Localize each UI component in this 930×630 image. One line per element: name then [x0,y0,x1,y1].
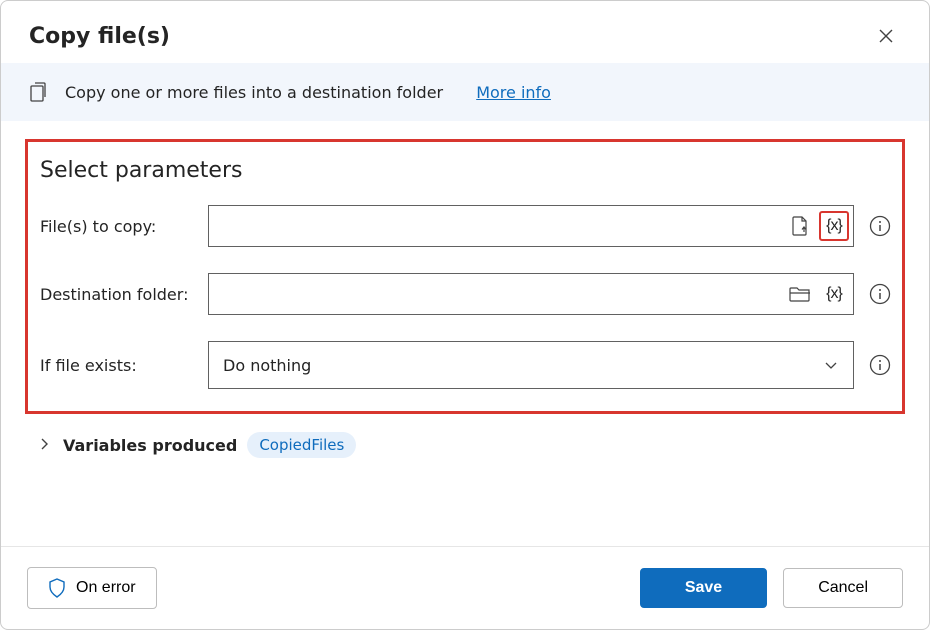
variable-chip-copiedfiles[interactable]: CopiedFiles [247,432,356,458]
if-file-exists-value: Do nothing [223,356,311,375]
destination-folder-input[interactable] [209,274,785,314]
files-to-copy-info[interactable] [868,214,892,238]
variables-produced-label: Variables produced [63,436,237,455]
chevron-right-icon [39,438,53,452]
info-icon [869,215,891,237]
footer-right: Save Cancel [640,568,903,608]
row-destination-folder: Destination folder: {x} [40,273,892,315]
files-to-copy-label: File(s) to copy: [40,217,208,236]
cancel-button[interactable]: Cancel [783,568,903,608]
destination-folder-input-wrap: {x} [208,273,854,315]
banner-text: Copy one or more files into a destinatio… [65,83,443,102]
files-to-copy-input[interactable] [209,206,785,246]
files-to-copy-input-wrap: {x} [208,205,854,247]
parameters-section: Select parameters File(s) to copy: {x} [25,139,905,414]
more-info-link[interactable]: More info [476,83,551,102]
close-icon [878,28,894,44]
close-button[interactable] [871,21,901,51]
file-picker-icon [791,216,809,236]
dialog-body: Select parameters File(s) to copy: {x} [1,121,929,546]
if-file-exists-select[interactable]: Do nothing [208,341,854,389]
on-error-button[interactable]: On error [27,567,157,609]
row-files-to-copy: File(s) to copy: {x} [40,205,892,247]
if-file-exists-info[interactable] [868,353,892,377]
dialog-footer: On error Save Cancel [1,546,929,629]
select-folder-button[interactable] [785,279,815,309]
variable-icon: {x} [826,285,842,303]
variables-produced-row[interactable]: Variables produced CopiedFiles [25,414,905,476]
chevron-down-icon [823,357,839,373]
destination-folder-info[interactable] [868,282,892,306]
variable-icon: {x} [826,217,842,235]
insert-variable-button-dest[interactable]: {x} [819,279,849,309]
folder-picker-icon [789,285,811,303]
save-button[interactable]: Save [640,568,767,608]
if-file-exists-label: If file exists: [40,356,208,375]
insert-variable-button[interactable]: {x} [819,211,849,241]
dialog-title: Copy file(s) [29,24,170,49]
select-file-button[interactable] [785,211,815,241]
copy-files-icon [29,81,51,103]
on-error-label: On error [76,579,136,597]
info-icon [869,354,891,376]
shield-icon [48,578,66,598]
info-icon [869,283,891,305]
section-title: Select parameters [40,158,892,183]
destination-folder-label: Destination folder: [40,285,208,304]
copy-files-dialog: Copy file(s) Copy one or more files into… [0,0,930,630]
dialog-header: Copy file(s) [1,1,929,63]
row-if-file-exists: If file exists: Do nothing [40,341,892,389]
info-banner: Copy one or more files into a destinatio… [1,63,929,121]
